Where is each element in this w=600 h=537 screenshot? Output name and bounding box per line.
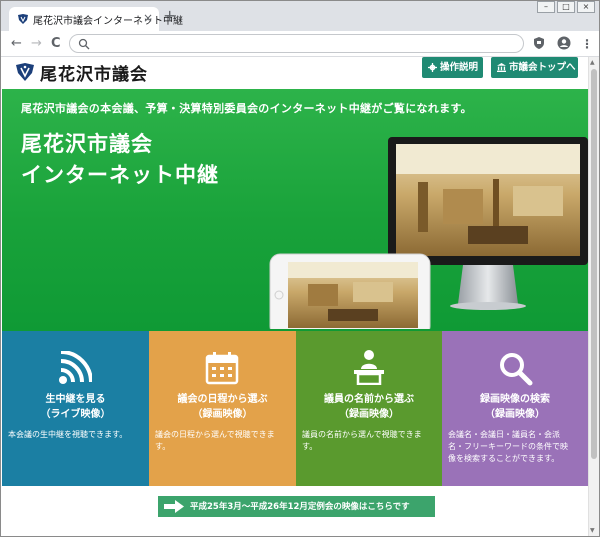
archive-link-label: 平成25年3月～平成26年12月定例会の映像はこちらです	[190, 502, 410, 512]
browser-tab[interactable]: 尾花沢市議会インターネット中継 ×	[9, 7, 183, 31]
building-icon	[497, 63, 506, 72]
site-header: 尾花沢市議会 操作説明 市議会トップへ	[2, 57, 588, 89]
city-emblem-icon[interactable]	[15, 62, 35, 82]
browser-menu-icon[interactable]: ⋮	[581, 36, 593, 52]
page-scrollbar[interactable]: ▲ ▼	[588, 57, 599, 536]
scroll-down-arrow-icon[interactable]: ▼	[590, 527, 595, 534]
magnifier-icon	[500, 353, 533, 386]
tile-search-desc1: 会議名・会議日・議員名・会派	[448, 430, 560, 439]
calendar-icon	[205, 352, 239, 385]
tile-search-desc2: 名・フリーキーワードの条件で映	[448, 442, 568, 451]
hero-banner: 尾花沢市議会の本会議、予算・決算特別委員会のインターネット中継がご覧になれます。…	[2, 89, 588, 331]
tile-schedule-desc2: す。	[155, 442, 171, 451]
scroll-thumb[interactable]	[591, 69, 597, 459]
speaker-podium-icon	[354, 350, 384, 385]
scroll-up-arrow-icon[interactable]: ▲	[590, 59, 595, 66]
address-bar[interactable]	[69, 34, 524, 53]
tile-members-desc2: す。	[302, 442, 318, 451]
tile-members-title1: 議員の名前から選ぶ	[324, 394, 414, 405]
arrow-right-icon	[164, 500, 184, 513]
gear-icon	[428, 63, 437, 72]
tile-search-desc3: 像を検索することができます。	[448, 454, 560, 463]
browser-window: 尾花沢市議会インターネット中継 × + – □ × ← → C ⋮ 尾花沢市議会…	[0, 0, 600, 537]
guide-button[interactable]: 操作説明	[422, 57, 483, 78]
tile-members-title2: （録画映像）	[339, 409, 399, 420]
tile-live-desc1: 本会議の生中継を視聴できます。	[8, 430, 128, 439]
hero-title-line1: 尾花沢市議会	[21, 132, 153, 156]
favicon-icon	[18, 14, 28, 24]
reload-button[interactable]: C	[51, 36, 61, 52]
smartphone-device	[269, 253, 431, 329]
tab-close-icon[interactable]: ×	[143, 10, 153, 26]
guide-button-label: 操作説明	[440, 62, 479, 73]
tab-bar: 尾花沢市議会インターネット中継 × + – □ ×	[1, 1, 599, 31]
back-button[interactable]: ←	[11, 36, 22, 52]
tile-search-title1: 録画映像の検索	[480, 394, 550, 405]
tile-live[interactable]: 生中継を見る （ライブ映像） 本会議の生中継を視聴できます。	[2, 331, 149, 486]
new-tab-button[interactable]: +	[163, 8, 176, 24]
tab-title: 尾花沢市議会インターネット中継	[33, 16, 183, 27]
tile-members[interactable]: 議員の名前から選ぶ （録画映像） 議員の名前から選んで視聴できま す。	[296, 331, 442, 486]
profile-avatar-icon[interactable]	[557, 36, 571, 50]
council-top-button[interactable]: 市議会トップへ	[491, 57, 578, 78]
site-logo-text[interactable]: 尾花沢市議会	[40, 60, 148, 85]
extension-shield-icon[interactable]	[532, 36, 546, 50]
maximize-button[interactable]: □	[557, 1, 575, 13]
live-signal-icon	[59, 351, 92, 384]
council-top-button-label: 市議会トップへ	[509, 62, 576, 73]
tile-search-title2: （録画映像）	[485, 409, 545, 420]
forward-button[interactable]: →	[31, 36, 42, 52]
tile-schedule-title2: （録画映像）	[192, 409, 253, 420]
tile-live-title2: （ライブ映像）	[40, 409, 111, 420]
hero-subtitle: 尾花沢市議会の本会議、予算・決算特別委員会のインターネット中継がご覧になれます。	[21, 102, 472, 115]
tile-schedule-desc1: 議会の日程から選んで視聴できま	[155, 430, 275, 439]
close-window-button[interactable]: ×	[577, 1, 595, 13]
hero-title-line2: インターネット中継	[21, 163, 219, 187]
devices-illustration	[269, 137, 588, 329]
archive-link-button[interactable]: 平成25年3月～平成26年12月定例会の映像はこちらです	[158, 496, 435, 517]
tile-schedule-title1: 議会の日程から選ぶ	[177, 394, 268, 405]
tile-members-desc1: 議員の名前から選んで視聴できま	[302, 430, 422, 439]
minimize-button[interactable]: –	[537, 1, 555, 13]
browser-toolbar: ← → C ⋮	[1, 31, 599, 57]
tile-search[interactable]: 録画映像の検索 （録画映像） 会議名・会議日・議員名・会派 名・フリーキーワード…	[442, 331, 588, 486]
search-icon	[78, 38, 90, 50]
tile-schedule[interactable]: 議会の日程から選ぶ （録画映像） 議会の日程から選んで視聴できま す。	[149, 331, 296, 486]
tile-live-title1: 生中継を見る	[45, 394, 106, 405]
